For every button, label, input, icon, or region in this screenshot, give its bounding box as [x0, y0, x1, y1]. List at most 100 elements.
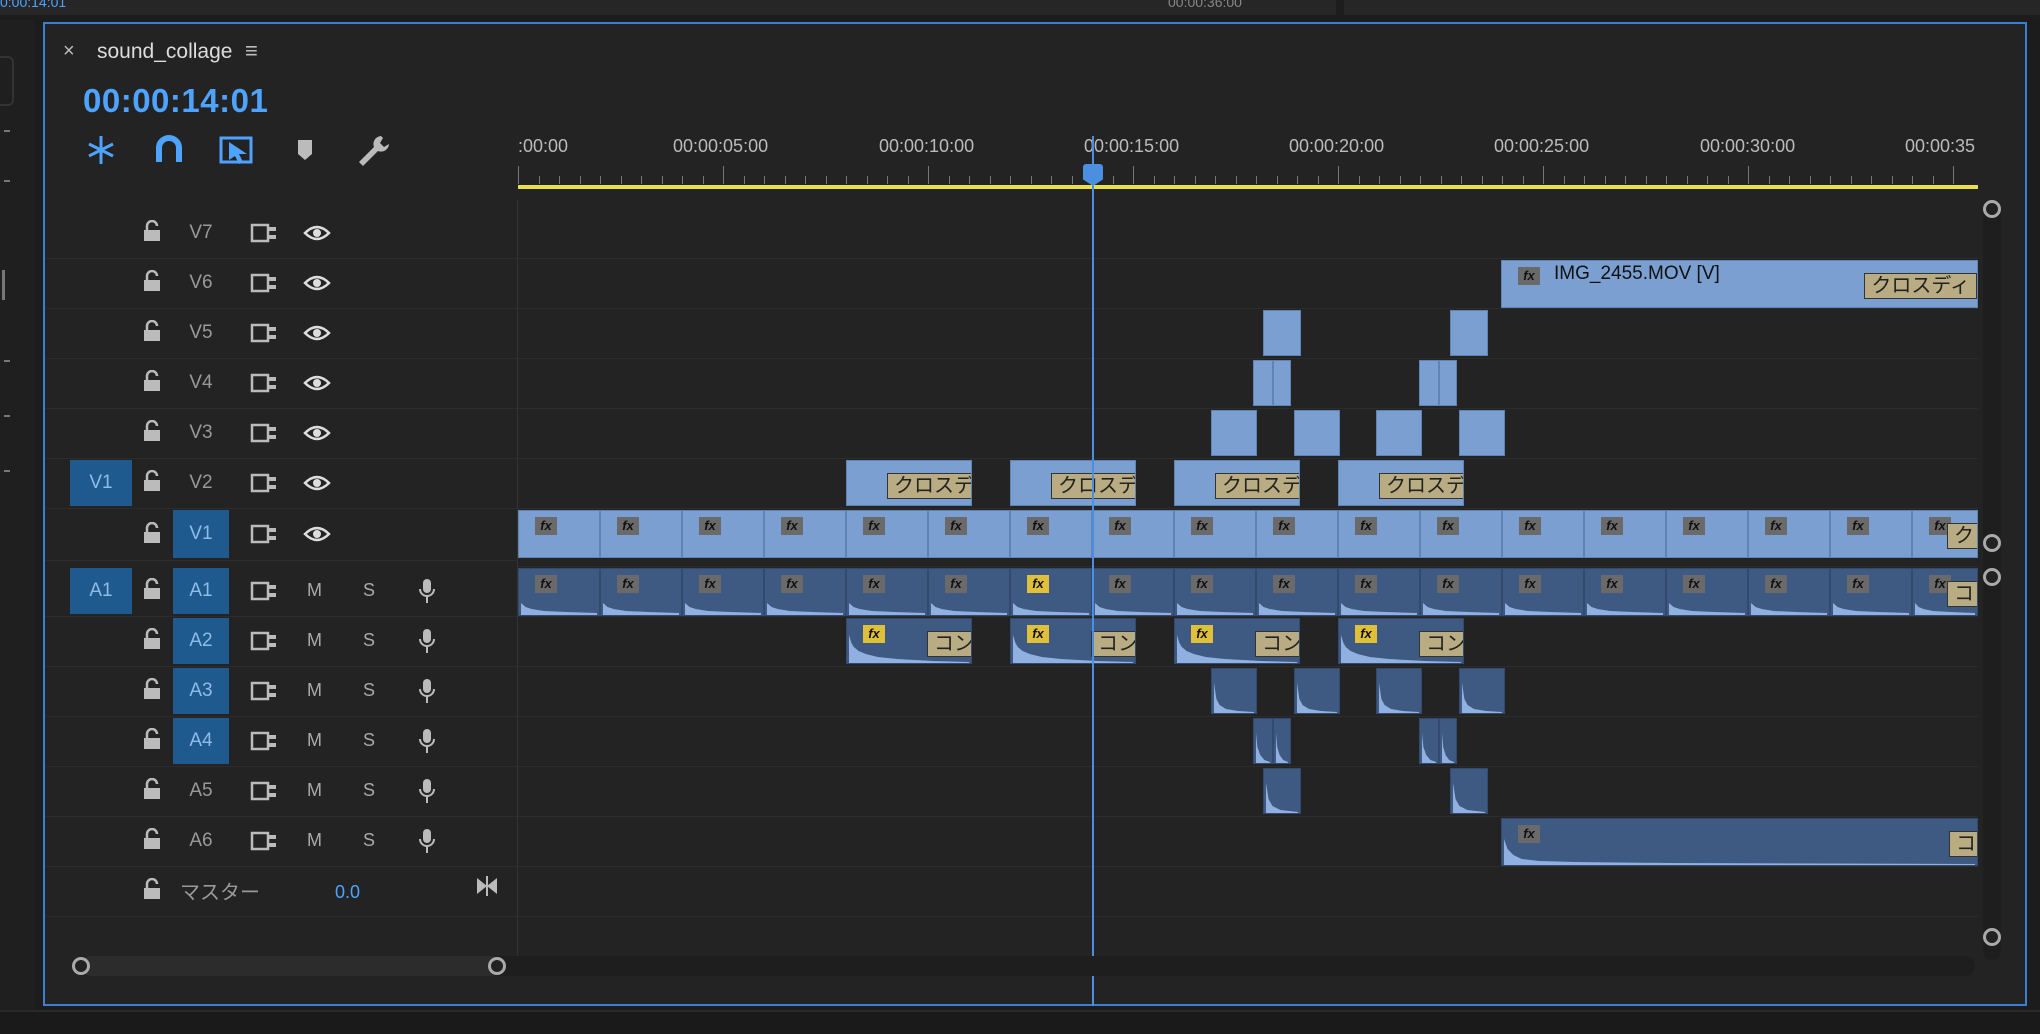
- audio-clip[interactable]: [1263, 768, 1301, 814]
- solo-button[interactable]: S: [363, 780, 375, 801]
- mute-button[interactable]: M: [307, 630, 322, 651]
- lock-icon[interactable]: [141, 578, 163, 600]
- fx-badge[interactable]: fx: [617, 517, 639, 535]
- mute-button[interactable]: M: [307, 580, 322, 601]
- source-patch-v1[interactable]: V1: [70, 460, 132, 506]
- video-clip[interactable]: [1450, 310, 1488, 356]
- video-clip[interactable]: fx: [1830, 510, 1912, 558]
- fx-badge[interactable]: fx: [781, 517, 803, 535]
- audio-clip[interactable]: [1439, 718, 1457, 764]
- source-patch-a1[interactable]: A1: [70, 568, 132, 614]
- work-area-bar[interactable]: [518, 185, 1978, 189]
- insert-overwrite-icon[interactable]: [81, 132, 121, 168]
- track-lane[interactable]: [518, 716, 1978, 767]
- zoom-handle-left[interactable]: [72, 957, 90, 975]
- lock-icon[interactable]: [141, 778, 163, 800]
- scroll-handle-mid[interactable]: [1983, 534, 2001, 552]
- zoom-handle-right[interactable]: [488, 957, 506, 975]
- video-clip[interactable]: クロスデ: [1338, 460, 1464, 506]
- eye-icon[interactable]: [303, 423, 331, 443]
- horizontal-scroll-thumb[interactable]: [81, 956, 501, 976]
- audio-clip[interactable]: fx: [1748, 568, 1830, 616]
- track-name[interactable]: V7: [173, 208, 229, 258]
- tool-indicator[interactable]: [4, 360, 10, 362]
- audio-clip[interactable]: [1459, 668, 1505, 714]
- audio-clip[interactable]: fx: [1420, 568, 1502, 616]
- video-clip[interactable]: fx: [682, 510, 764, 558]
- transition-label[interactable]: クロスデ: [887, 473, 971, 499]
- scroll-handle-mid2[interactable]: [1983, 568, 2001, 586]
- mute-button[interactable]: M: [307, 680, 322, 701]
- track-name[interactable]: V6: [173, 258, 229, 308]
- lock-icon[interactable]: [141, 220, 163, 242]
- track-name[interactable]: A6: [173, 816, 229, 866]
- mute-button[interactable]: M: [307, 730, 322, 751]
- audio-clip[interactable]: fx コ: [1912, 568, 1978, 616]
- fx-badge[interactable]: fx: [1355, 517, 1377, 535]
- sync-lock-icon[interactable]: [250, 522, 278, 546]
- solo-button[interactable]: S: [363, 580, 375, 601]
- audio-clip[interactable]: fx: [1174, 568, 1256, 616]
- track-target-v1[interactable]: V1: [173, 510, 229, 558]
- track-lane[interactable]: [518, 308, 1978, 359]
- fx-badge[interactable]: fx: [535, 517, 557, 535]
- track-lane[interactable]: [518, 866, 1978, 917]
- audio-clip[interactable]: fx コン: [1010, 618, 1136, 664]
- video-clip[interactable]: [1211, 410, 1257, 456]
- sync-lock-icon[interactable]: [250, 579, 278, 603]
- tool-indicator[interactable]: [4, 470, 10, 472]
- transition-label[interactable]: コ: [1947, 581, 1977, 607]
- transition-label[interactable]: クロスデ: [1215, 473, 1299, 499]
- master-volume-value[interactable]: 0.0: [335, 882, 360, 903]
- solo-button[interactable]: S: [363, 830, 375, 851]
- video-clip[interactable]: [1419, 360, 1439, 406]
- video-clip[interactable]: fx: [600, 510, 682, 558]
- lock-icon[interactable]: [141, 320, 163, 342]
- audio-clip[interactable]: fx: [1010, 568, 1092, 616]
- video-clip[interactable]: [1294, 410, 1340, 456]
- microphone-icon[interactable]: [418, 577, 436, 605]
- transition-label[interactable]: ク: [1947, 523, 1977, 549]
- video-clip[interactable]: fx: [1502, 510, 1584, 558]
- lock-icon[interactable]: [141, 678, 163, 700]
- fx-badge[interactable]: fx: [1273, 517, 1295, 535]
- sync-lock-icon[interactable]: [250, 321, 278, 345]
- video-clip[interactable]: [1253, 360, 1273, 406]
- scroll-handle-top[interactable]: [1983, 200, 2001, 218]
- video-clip[interactable]: fx: [1174, 510, 1256, 558]
- track-name[interactable]: V2: [173, 458, 229, 508]
- wrench-settings-icon[interactable]: [353, 132, 393, 168]
- sync-lock-icon[interactable]: [250, 779, 278, 803]
- playhead-timecode[interactable]: 00:00:14:01: [83, 82, 268, 120]
- sync-lock-icon[interactable]: [250, 629, 278, 653]
- microphone-icon[interactable]: [418, 727, 436, 755]
- video-clip[interactable]: fx: [518, 510, 600, 558]
- add-marker-icon[interactable]: [285, 132, 325, 168]
- snap-magnet-icon[interactable]: [149, 132, 189, 168]
- lock-icon[interactable]: [141, 628, 163, 650]
- video-clip[interactable]: クロスデ: [846, 460, 972, 506]
- audio-clip[interactable]: [1376, 668, 1422, 714]
- video-clip[interactable]: fx: [1420, 510, 1502, 558]
- transition-label[interactable]: クロスデ: [1379, 473, 1463, 499]
- lock-icon[interactable]: [141, 420, 163, 442]
- eye-icon[interactable]: [303, 273, 331, 293]
- fx-badge[interactable]: fx: [863, 517, 885, 535]
- time-ruler[interactable]: :00:00 00:00:05:00 00:00:10:00 00:00:15:…: [518, 110, 1978, 200]
- linked-selection-icon[interactable]: [217, 132, 257, 168]
- video-clip[interactable]: fx ク: [1912, 510, 1978, 558]
- fx-badge[interactable]: fx: [1601, 517, 1623, 535]
- collapse-expand-icon[interactable]: [475, 874, 499, 898]
- fx-badge[interactable]: fx: [1191, 517, 1213, 535]
- fx-badge[interactable]: fx: [1437, 517, 1459, 535]
- video-clip[interactable]: [1439, 360, 1457, 406]
- video-clip[interactable]: [1273, 360, 1291, 406]
- video-clip[interactable]: fx: [1338, 510, 1420, 558]
- video-clip[interactable]: [1263, 310, 1301, 356]
- audio-clip[interactable]: fx: [1502, 568, 1584, 616]
- audio-clip[interactable]: fx: [600, 568, 682, 616]
- audio-clip[interactable]: fx: [1338, 568, 1420, 616]
- video-clip[interactable]: fx: [1748, 510, 1830, 558]
- sync-lock-icon[interactable]: [250, 829, 278, 853]
- sync-lock-icon[interactable]: [250, 271, 278, 295]
